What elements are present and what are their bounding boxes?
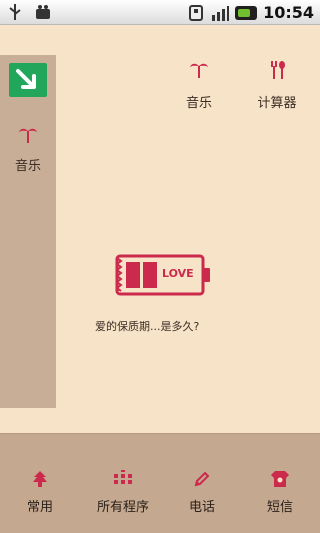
dock-sms[interactable]: 短信 [262,470,298,515]
clock: 10:54 [263,3,314,22]
diagonal-arrow-icon [16,69,36,89]
android-debug-icon [34,3,52,21]
dock-phone-label: 电话 [188,500,215,515]
dock-common[interactable]: 常用 [22,470,58,515]
pine-icon [33,471,47,487]
bottom-dock: 常用 所有程序 电话 短信 [0,433,320,533]
dock-sms-label: 短信 [266,500,293,515]
app-music[interactable]: 音乐 [164,60,234,111]
left-app-label: 音乐 [14,159,41,174]
status-bar: 10:54 [0,0,320,25]
fork-spoon-icon [271,61,285,79]
love-battery-widget[interactable]: LOVE [115,253,213,297]
left-app-music[interactable]: 音乐 [0,125,56,174]
dock-phone[interactable]: 电话 [184,470,220,515]
app-music-label: 音乐 [185,96,212,111]
usb-icon [6,3,24,21]
palm-icon [190,63,208,78]
diagonal-arrow-shortcut[interactable] [9,63,47,97]
dock-all-apps[interactable]: 所有程序 [90,470,156,515]
pencil-icon [194,471,210,487]
sim-icon [187,4,205,22]
battery-icon [235,5,258,20]
app-calculator[interactable]: 计算器 [242,60,312,111]
app-calculator-label: 计算器 [257,96,297,111]
love-label: LOVE [162,267,194,280]
tshirt-icon [271,471,289,487]
grid-icon [114,470,132,484]
palm-icon [19,128,37,143]
love-caption: 爱的保质期...是多久? [95,320,200,333]
dock-common-label: 常用 [26,500,53,515]
left-panel: 音乐 [0,55,56,408]
signal-icon [211,4,230,22]
dock-all-apps-label: 所有程序 [96,500,149,515]
